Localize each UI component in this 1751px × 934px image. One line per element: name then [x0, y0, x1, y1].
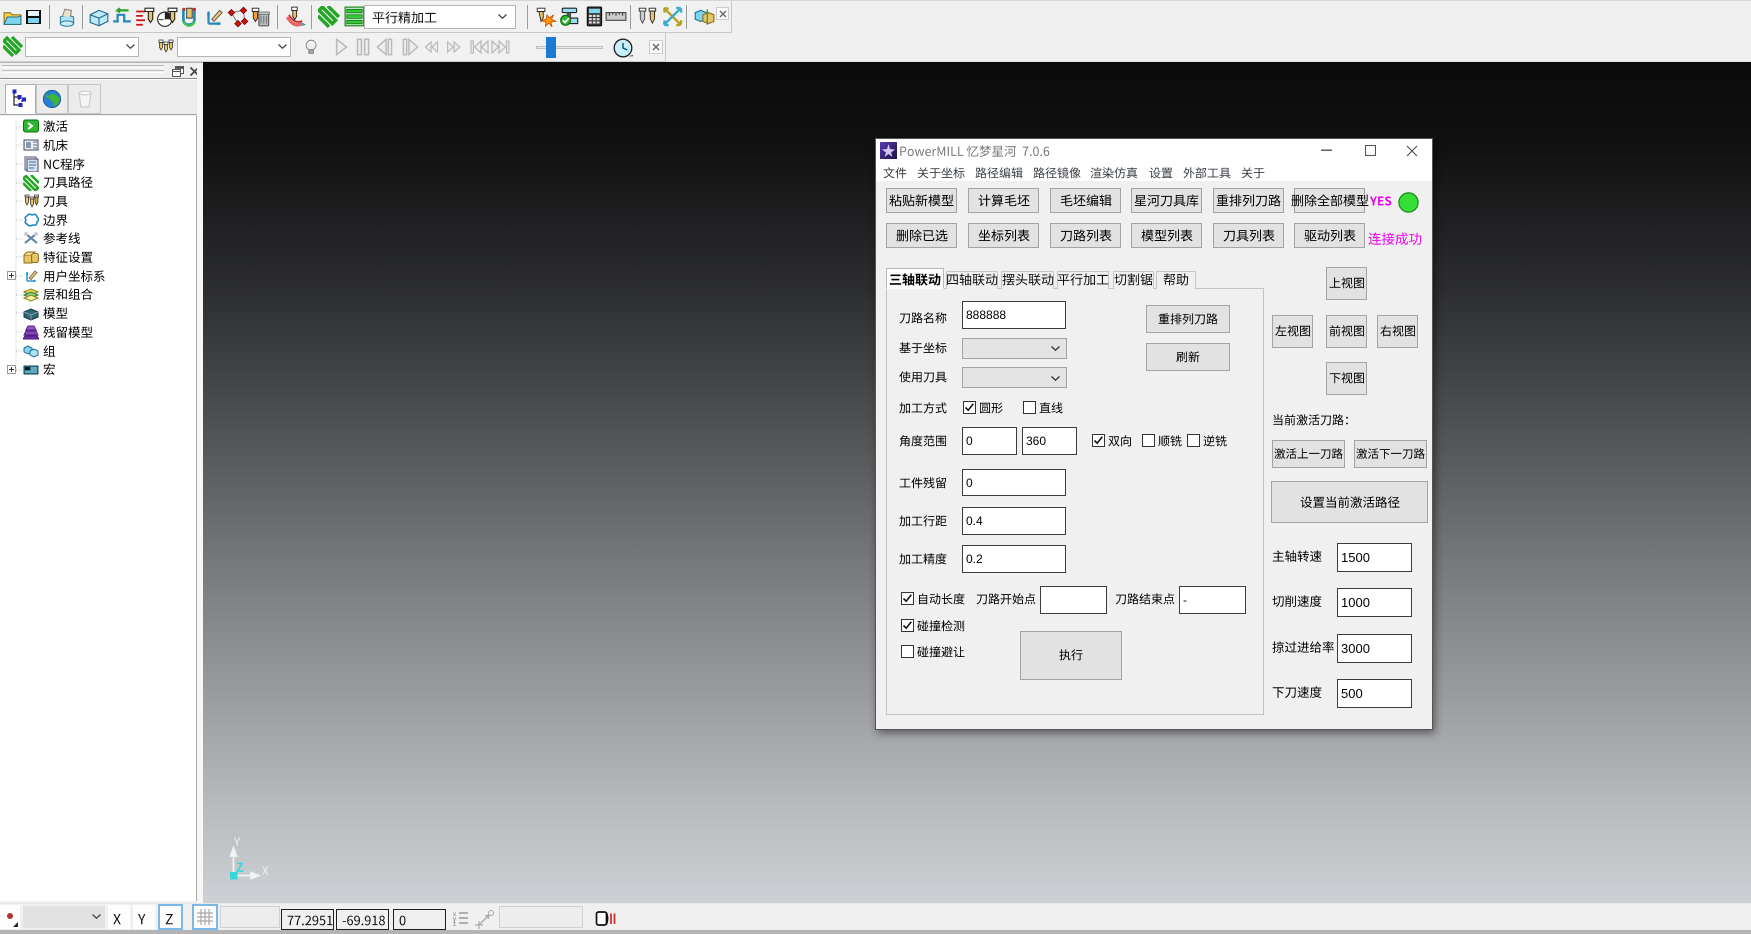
svg-text:z: z	[453, 922, 456, 926]
